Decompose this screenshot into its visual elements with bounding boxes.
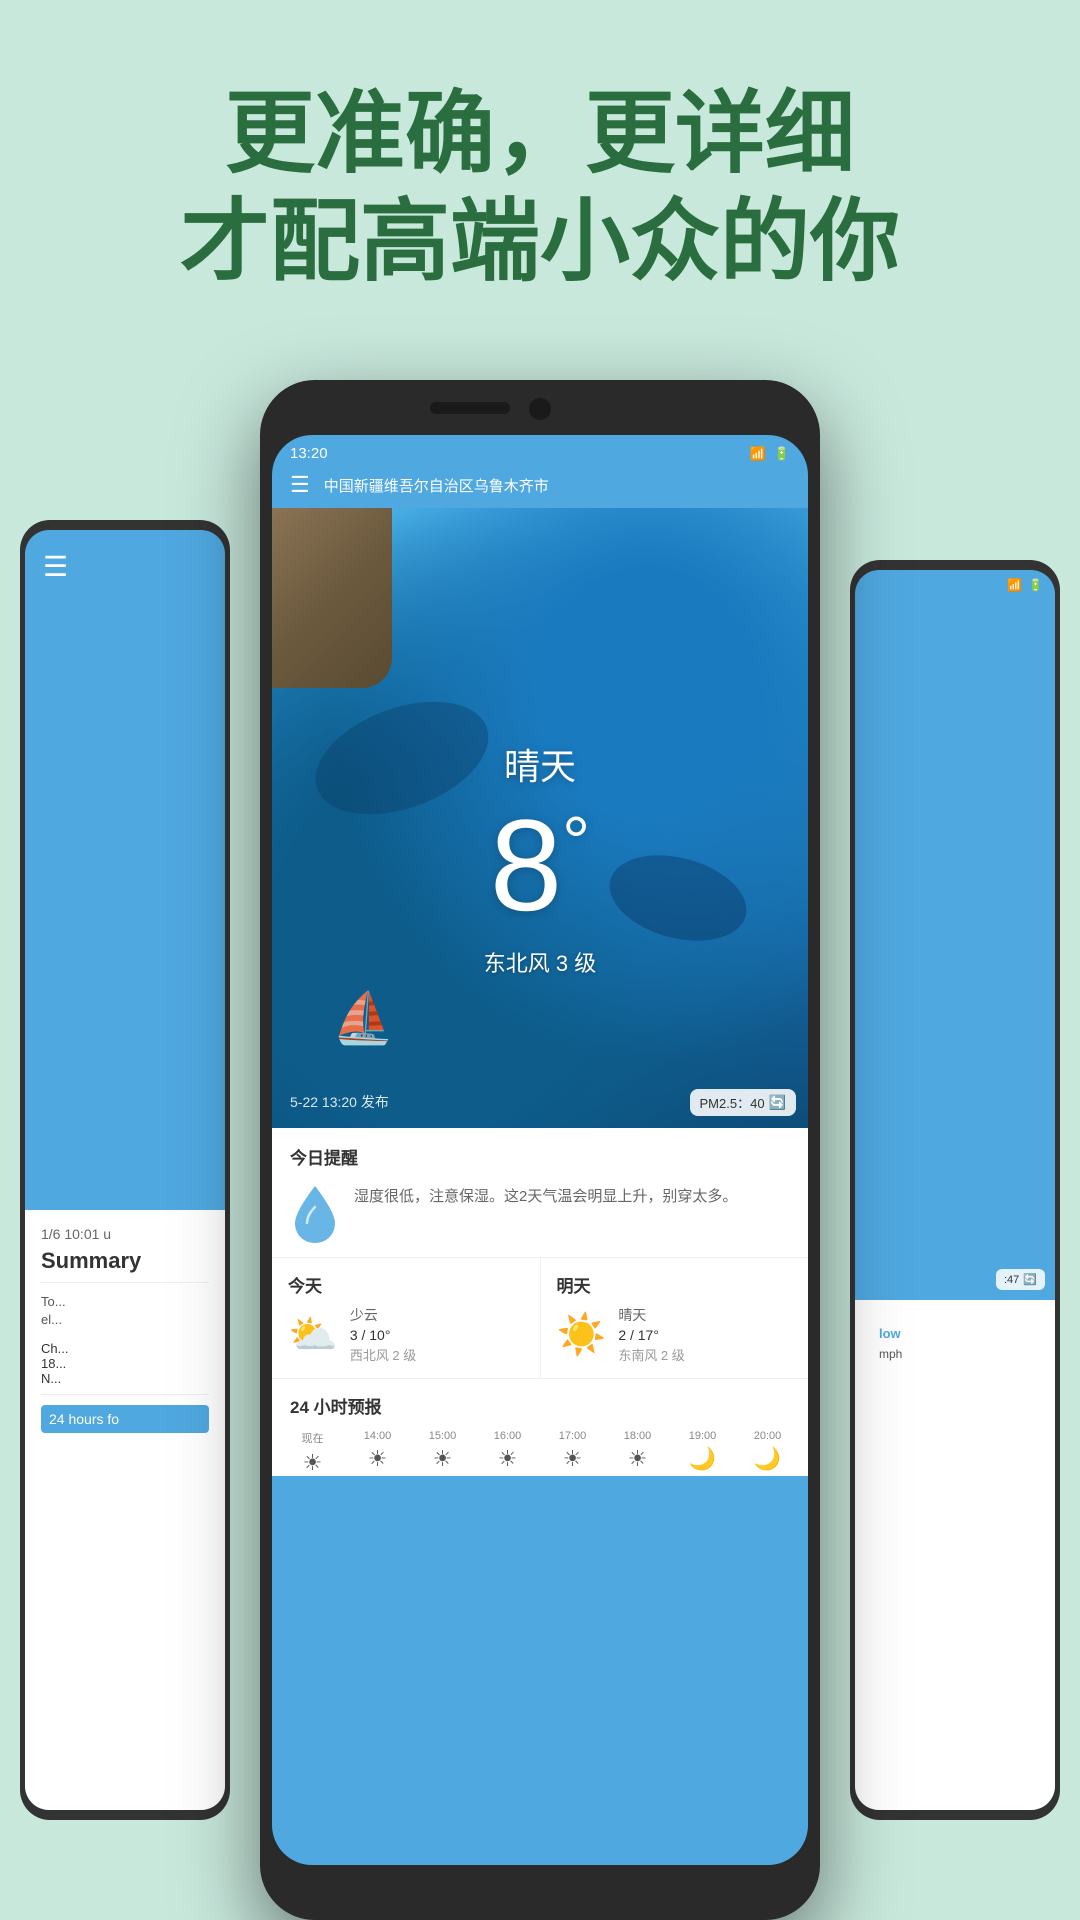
today-weather-icon: ⛅ xyxy=(288,1311,338,1358)
reminder-section: 今日提醒 湿度很低，注意保湿。这2天气温会明显上升，别穿太多。 xyxy=(272,1128,808,1258)
hour-item: 16:00 ☀ xyxy=(477,1430,538,1476)
right-refresh-icon: 🔄 xyxy=(1023,1273,1037,1286)
phone-back-right: 📶 🔋 :47 🔄 low mph xyxy=(850,560,1060,1820)
hour-icon: ☀ xyxy=(542,1446,603,1472)
tomorrow-info: 晴天 2 / 17° 东南风 2 级 xyxy=(618,1305,684,1364)
hour-icon: ☀ xyxy=(607,1446,668,1472)
hour-time: 17:00 xyxy=(542,1430,603,1442)
left-summary-area: 1/6 10:01 u Summary To...el... Ch...18..… xyxy=(25,1210,225,1810)
left-menu-icon[interactable]: ☰ xyxy=(43,550,68,583)
reminder-content: 湿度很低，注意保湿。这2天气温会明显上升，别穿太多。 xyxy=(290,1181,790,1241)
location-label: 中国新疆维吾尔自治区乌鲁木齐市 xyxy=(324,475,549,496)
phones-container: ☰ 1/6 10:01 u Summary To...el... Ch...18… xyxy=(0,380,1080,1920)
publish-time: 5-22 13:20 发布 xyxy=(290,1092,389,1112)
left-date-label: 1/6 10:01 u xyxy=(41,1226,209,1242)
right-battery-icon: 🔋 xyxy=(1028,578,1043,592)
refresh-icon[interactable]: 🔄 xyxy=(769,1094,786,1111)
reminder-text: 湿度很低，注意保湿。这2天气温会明显上升，别穿太多。 xyxy=(354,1181,737,1209)
boat-icon: ⛵ xyxy=(332,989,394,1048)
temp-value: 8 xyxy=(490,792,562,938)
tomorrow-label: 明天 xyxy=(557,1272,793,1297)
hour-item: 14:00 ☀ xyxy=(347,1430,408,1476)
tomorrow-temp: 2 / 17° xyxy=(618,1327,684,1343)
today-info: 少云 3 / 10° 西北风 2 级 xyxy=(350,1305,416,1364)
bottom-panel: 今日提醒 湿度很低，注意保湿。这2天气温会明显上升，别穿太多。 xyxy=(272,1128,808,1476)
speaker-bar xyxy=(430,402,510,414)
today-col: 今天 ⛅ 少云 3 / 10° 西北风 2 级 xyxy=(272,1258,541,1378)
hour-item: 19:00 🌙 xyxy=(672,1430,733,1476)
hour-icon: ☀ xyxy=(477,1446,538,1472)
hour-item: 15:00 ☀ xyxy=(412,1430,473,1476)
pm-value: PM2.5：40 xyxy=(700,1093,765,1112)
app-heading: 更准确，更详细 才配高端小众的你 xyxy=(0,0,1080,356)
pm-badge: PM2.5：40 🔄 xyxy=(690,1089,796,1116)
today-temp: 3 / 10° xyxy=(350,1327,416,1343)
heading-line2: 才配高端小众的你 xyxy=(0,188,1080,296)
hourly-row: 现在 ☀ 14:00 ☀ 15:00 ☀ 16:00 ☀ 17:00 ☀ 18:… xyxy=(272,1430,808,1476)
water-drop-icon xyxy=(290,1181,340,1241)
right-wifi-icon: 📶 xyxy=(1007,578,1022,592)
tomorrow-condition: 晴天 xyxy=(618,1305,684,1325)
camera-dot xyxy=(529,398,551,420)
phone-back-left: ☰ 1/6 10:01 u Summary To...el... Ch...18… xyxy=(20,520,230,1820)
weather-hero: ⛵ 晴天 8° 东北风 3 级 5-22 13:20 发布 PM2.5：40 🔄 xyxy=(272,508,808,1128)
hour-item: 17:00 ☀ xyxy=(542,1430,603,1476)
right-status-bar: 📶 🔋 xyxy=(855,570,1055,600)
menu-icon[interactable]: ☰ xyxy=(290,472,310,498)
reminder-title: 今日提醒 xyxy=(290,1144,790,1169)
hour-time: 现在 xyxy=(282,1430,343,1446)
hour-time: 20:00 xyxy=(737,1430,798,1442)
hour-item: 20:00 🌙 xyxy=(737,1430,798,1476)
hour-icon: 🌙 xyxy=(672,1446,733,1472)
hour-time: 14:00 xyxy=(347,1430,408,1442)
left-weather-row: Ch...18...N... xyxy=(41,1341,209,1395)
hourly-section: 24 小时预报 现在 ☀ 14:00 ☀ 15:00 ☀ 16:00 ☀ 17:… xyxy=(272,1379,808,1476)
hour-icon: ☀ xyxy=(412,1446,473,1472)
hourly-title: 24 小时预报 xyxy=(272,1393,808,1418)
phone-left-screen: ☰ 1/6 10:01 u Summary To...el... Ch...18… xyxy=(25,530,225,1810)
right-hours-row: low xyxy=(879,1326,1031,1341)
today-wind: 西北风 2 级 xyxy=(350,1345,416,1364)
top-bar: ☰ 中国新疆维吾尔自治区乌鲁木齐市 xyxy=(272,468,808,508)
battery-icon: 🔋 xyxy=(774,446,790,462)
today-condition: 少云 xyxy=(350,1305,416,1325)
tomorrow-wind: 东南风 2 级 xyxy=(618,1345,684,1364)
hour-icon: ☀ xyxy=(347,1446,408,1472)
today-label: 今天 xyxy=(288,1272,524,1297)
right-pm-badge: :47 🔄 xyxy=(996,1269,1045,1290)
status-bar: 13:20 📶 🔋 xyxy=(272,435,808,468)
left-summary-text: To...el... xyxy=(41,1293,209,1329)
status-icons: 📶 🔋 xyxy=(750,446,790,462)
tomorrow-weather-row: ☀️ 晴天 2 / 17° 东南风 2 级 xyxy=(557,1305,793,1364)
hour-item: 18:00 ☀ xyxy=(607,1430,668,1476)
wifi-icon: 📶 xyxy=(750,446,766,462)
tomorrow-weather-icon: ☀️ xyxy=(557,1311,607,1358)
left-hours-label: 24 hours fo xyxy=(41,1405,209,1433)
today-tomorrow-section: 今天 ⛅ 少云 3 / 10° 西北风 2 级 明天 xyxy=(272,1258,808,1379)
phone-main: 13:20 📶 🔋 ☰ 中国新疆维吾尔自治区乌鲁木齐市 ⛵ xyxy=(260,380,820,1920)
hour-icon: 🌙 xyxy=(737,1446,798,1472)
status-time: 13:20 xyxy=(290,445,328,462)
phone-right-screen: 📶 🔋 :47 🔄 low mph xyxy=(855,570,1055,1810)
temperature-display: 8° xyxy=(490,800,590,930)
hour-time: 16:00 xyxy=(477,1430,538,1442)
wind-label: 东北风 3 级 xyxy=(484,946,596,978)
tomorrow-col: 明天 ☀️ 晴天 2 / 17° 东南风 2 级 xyxy=(541,1258,809,1378)
right-pm-value: :47 xyxy=(1004,1274,1019,1286)
hour-time: 18:00 xyxy=(607,1430,668,1442)
heading-line1: 更准确，更详细 xyxy=(0,80,1080,188)
right-bottom-panel: low mph xyxy=(855,1300,1055,1810)
main-screen: 13:20 📶 🔋 ☰ 中国新疆维吾尔自治区乌鲁木齐市 ⛵ xyxy=(272,435,808,1865)
right-value-row: mph xyxy=(879,1347,1031,1361)
degree-symbol: ° xyxy=(562,803,590,881)
left-summary-label: Summary xyxy=(41,1248,209,1283)
cliff-decoration xyxy=(272,508,392,688)
hour-item: 现在 ☀ xyxy=(282,1430,343,1476)
weather-condition: 晴天 xyxy=(504,738,576,790)
hour-time: 19:00 xyxy=(672,1430,733,1442)
today-weather-row: ⛅ 少云 3 / 10° 西北风 2 级 xyxy=(288,1305,524,1364)
hour-time: 15:00 xyxy=(412,1430,473,1442)
hour-icon: ☀ xyxy=(282,1450,343,1476)
